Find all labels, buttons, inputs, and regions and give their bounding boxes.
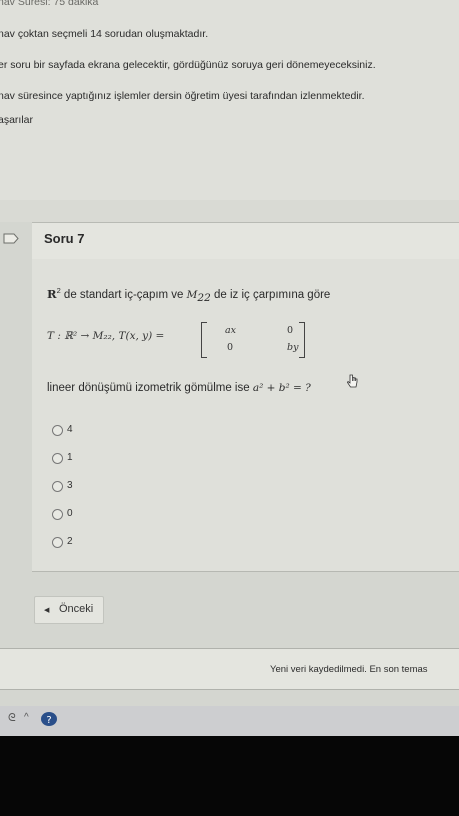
question-prompt-text: lineer dönüşümü izometrik gömülme ise — [47, 382, 253, 394]
previous-button[interactable]: ◀ Önceki — [34, 596, 104, 624]
divider — [0, 200, 459, 222]
radio-button[interactable] — [52, 453, 63, 464]
option-label: 4 — [67, 424, 73, 435]
question-stem: R2 de standart iç-çapım ve M22 de iz iç … — [47, 286, 330, 304]
autosave-status: Yeni veri kaydedilmedi. En son temas — [270, 664, 428, 675]
real-space-symbol: R — [47, 286, 57, 301]
formula-lhs: T : ℝ² → M₂₂, T(x, y) = — [47, 330, 165, 342]
question-stem-part1: de standart iç-çapım ve — [60, 288, 187, 301]
quiz-wishes: aşarılar — [0, 114, 34, 126]
chevron-up-icon[interactable]: ^ — [24, 712, 29, 723]
matrix-cell: 0 — [227, 342, 234, 353]
quiz-duration: nav Süresi: 75 dakika — [0, 0, 99, 8]
option-label: 0 — [67, 508, 73, 519]
question-stem-part2: de iz iç çarpımına göre — [210, 288, 331, 301]
option-label: 2 — [67, 536, 73, 547]
matrix-right-bracket — [299, 322, 305, 358]
question-header — [32, 222, 459, 260]
mouse-cursor-icon — [347, 374, 358, 388]
help-icon[interactable]: ? — [40, 711, 58, 727]
radio-button[interactable] — [52, 537, 63, 548]
matrix-space-symbol: M — [186, 288, 198, 301]
question-title: Soru 7 — [44, 231, 85, 246]
flag-question-icon[interactable] — [3, 233, 20, 244]
radio-button[interactable] — [52, 509, 63, 520]
matrix-left-bracket — [201, 322, 207, 358]
question-panel — [32, 259, 459, 572]
chevron-left-icon: ◀ — [44, 607, 50, 614]
transformation-formula: T : ℝ² → M₂₂, T(x, y) = ax 0 0 by — [47, 322, 305, 362]
matrix-cell: by — [287, 342, 299, 353]
option-label: 3 — [67, 480, 73, 491]
matrix-cell: 0 — [287, 325, 294, 336]
quiz-monitoring-note: nav süresince yaptığınız işlemler dersin… — [0, 90, 365, 102]
question-prompt: lineer dönüşümü izometrik gömülme ise a²… — [47, 382, 311, 394]
quiz-navigation-rule: er soru bir sayfada ekrana gelecektir, g… — [0, 59, 376, 71]
formula-matrix: ax 0 0 by — [201, 322, 305, 358]
svg-text:?: ? — [46, 715, 51, 726]
radio-button[interactable] — [52, 425, 63, 436]
option-label: 1 — [67, 452, 73, 463]
matrix-cell: ax — [225, 325, 237, 336]
screen-bezel — [0, 736, 459, 816]
network-icon[interactable]: ᘓ — [8, 712, 16, 725]
matrix-space-subscript: 22 — [197, 292, 211, 305]
question-prompt-math: a² + b² = ? — [252, 382, 311, 394]
radio-button[interactable] — [52, 481, 63, 492]
taskbar — [0, 706, 459, 736]
quiz-question-count: nav çoktan seçmeli 14 sorudan oluşmaktad… — [0, 28, 209, 40]
previous-button-label: Önceki — [59, 603, 94, 615]
